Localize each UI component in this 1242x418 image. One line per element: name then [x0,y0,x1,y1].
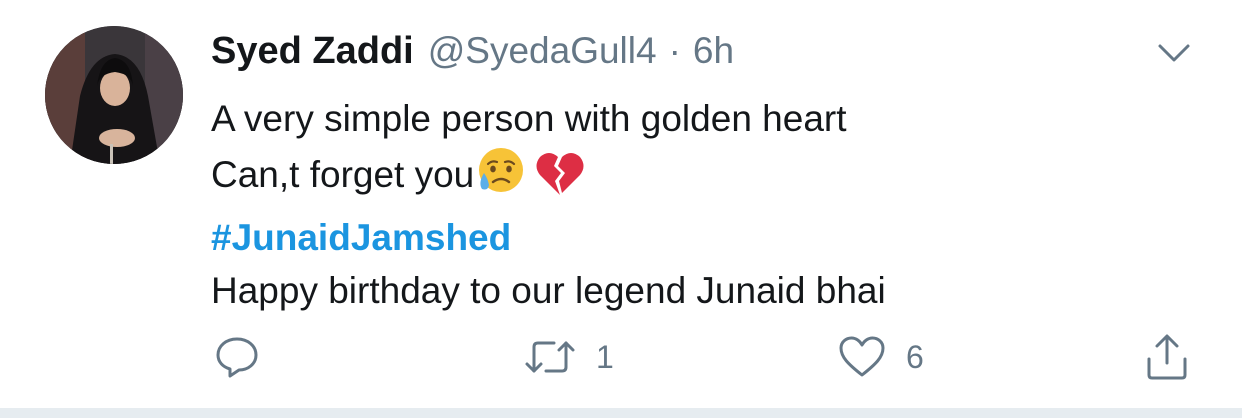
retweet-icon [525,341,575,373]
broken-heart-icon [534,149,586,211]
heart-icon [839,336,885,377]
author-handle[interactable]: @SyedaGull4 [428,30,657,72]
tweet-line-text: Can,t forget you [211,154,475,195]
tweet-line: A very simple person with golden heart [211,98,847,139]
reply-icon [216,337,258,378]
retweet-count: 1 [596,338,614,375]
tweet-header: Syed Zaddi @SyedaGull4 · 6h [211,30,734,80]
avatar[interactable] [45,26,183,164]
share-icon [1147,334,1187,380]
retweet-button[interactable]: 1 [524,334,614,380]
tweet-line: Can,t forget you [211,145,1191,211]
header-separator: · [668,30,681,71]
reply-button[interactable] [214,334,260,380]
action-bar: 1 6 [0,334,1242,384]
like-button[interactable]: 6 [838,334,924,380]
author-name[interactable]: Syed Zaddi [211,30,414,73]
disappointed-but-relieved-face-icon [474,145,528,211]
hashtag-link[interactable]: #JunaidJamshed [211,211,1191,264]
tweet-text: A very simple person with golden heart C… [211,92,1191,317]
share-button[interactable] [1144,334,1190,380]
tweet-divider [0,408,1242,418]
tweet-time[interactable]: 6h [693,30,734,72]
avatar-image [45,26,183,164]
tweet-card[interactable]: Syed Zaddi @SyedaGull4 · 6h A very simpl… [0,0,1242,408]
tweet-line: Happy birthday to our legend Junaid bhai [211,270,886,311]
chevron-down-icon[interactable] [1156,40,1192,66]
like-count: 6 [906,338,924,375]
